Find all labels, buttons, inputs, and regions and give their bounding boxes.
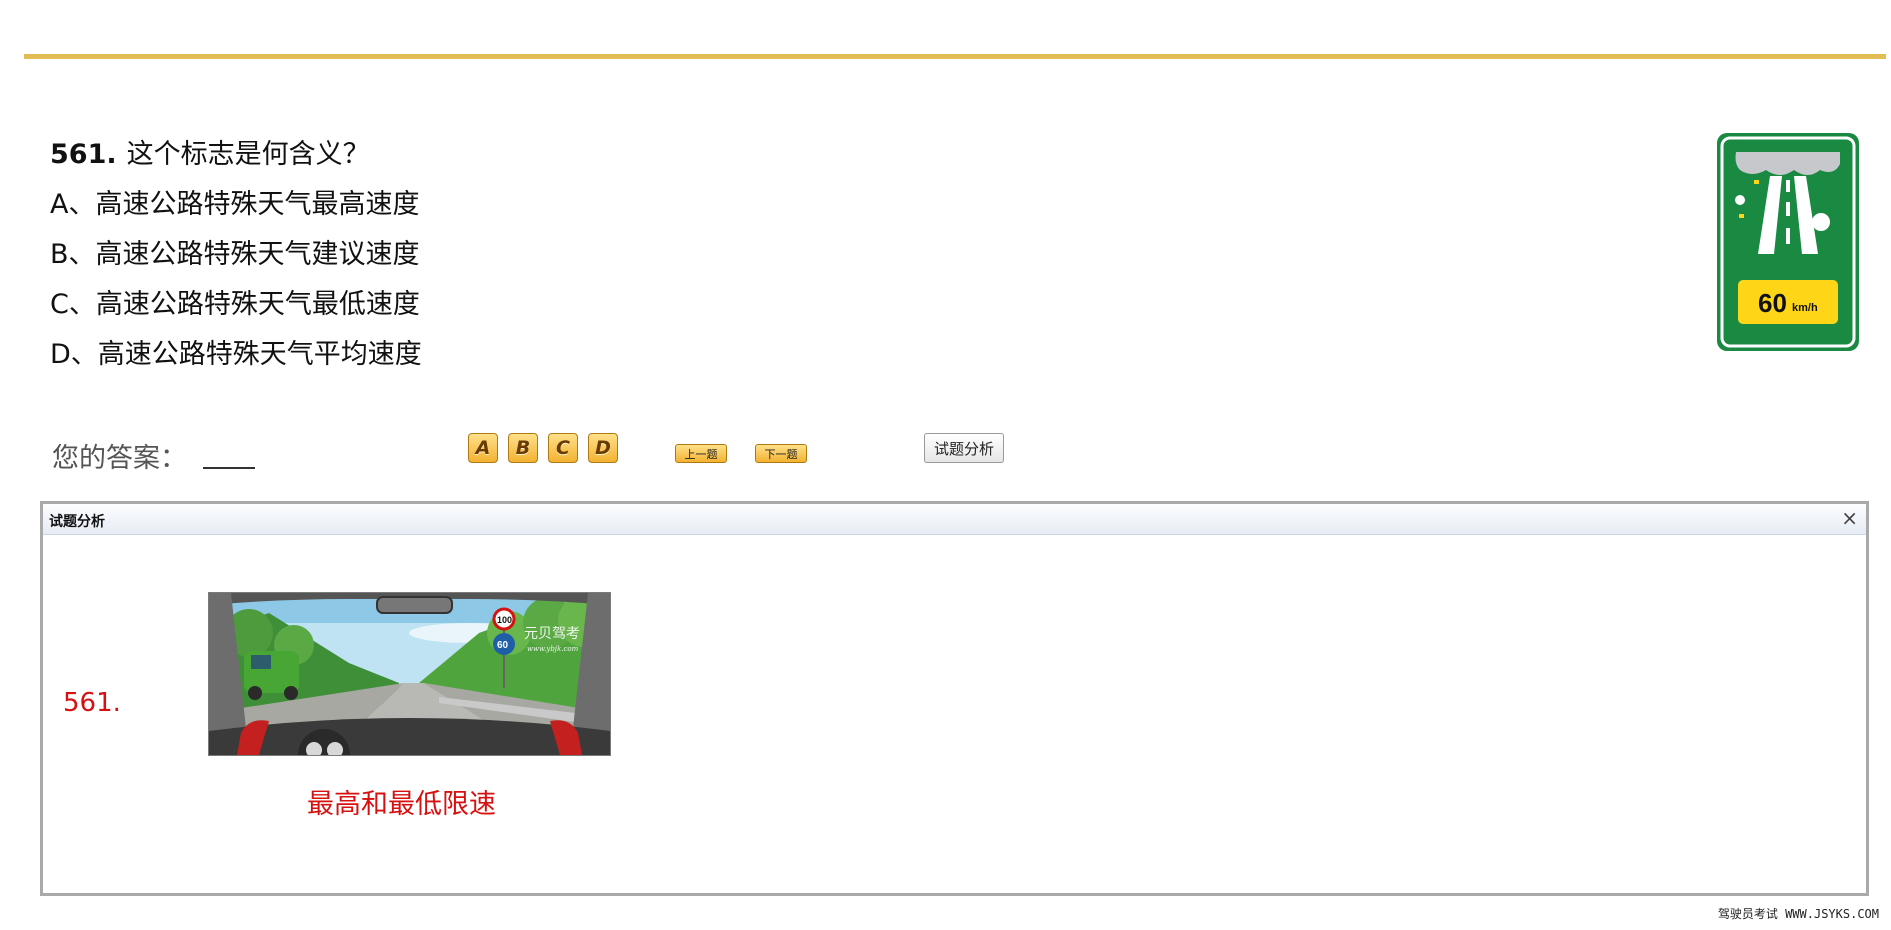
top-divider: [24, 54, 1886, 59]
analysis-panel-header: 试题分析 ×: [43, 504, 1866, 535]
question-block: 561. 这个标志是何含义？ A、高速公路特殊天气最高速度 B、高速公路特殊天气建…: [50, 130, 422, 380]
next-question-button[interactable]: 下一题: [755, 444, 807, 463]
choice-c-button[interactable]: C: [548, 433, 578, 463]
scene-watermark-url: www.ybjk.com: [527, 645, 579, 653]
choice-d-button[interactable]: D: [588, 433, 618, 463]
analysis-question-number: 561.: [63, 688, 121, 718]
svg-text:100: 100: [497, 615, 512, 625]
choice-a-button[interactable]: A: [468, 433, 498, 463]
svg-text:60: 60: [497, 640, 509, 651]
question-number: 561.: [50, 139, 117, 170]
site-footer-credit: 驾驶员考试 WWW.JSYKS.COM: [1717, 907, 1879, 921]
scene-speed-sign-top: 100: [497, 615, 512, 625]
analysis-panel: 试题分析 × 561. 100 60 元贝驾考 www.ybjk.com 最高和…: [40, 501, 1869, 896]
close-icon[interactable]: ×: [1841, 507, 1858, 529]
answer-blank: [203, 441, 255, 469]
svg-text:元贝驾考: 元贝驾考: [524, 626, 580, 642]
question-stem: 561. 这个标志是何含义？: [50, 130, 422, 180]
prev-question-button[interactable]: 上一题: [675, 444, 727, 463]
expressway-fog-speed-sign-icon: 60 km/h: [1717, 133, 1859, 351]
svg-text:60: 60: [1758, 288, 1787, 318]
analysis-answer-text: 最高和最低限速: [307, 789, 496, 820]
question-text: 这个标志是何含义？: [126, 139, 370, 170]
sign-speed-value: 60: [1758, 288, 1787, 318]
svg-text:km/h: km/h: [1792, 302, 1818, 314]
svg-text:www.ybjk.com: www.ybjk.com: [527, 645, 579, 653]
driving-scene-image: 100 60 元贝驾考 www.ybjk.com: [208, 592, 611, 756]
sign-speed-unit: km/h: [1792, 302, 1818, 314]
option-d: D、高速公路特殊天气平均速度: [50, 339, 422, 370]
your-answer-label: 您的答案：: [52, 442, 187, 474]
option-a: A、高速公路特殊天气最高速度: [50, 189, 420, 220]
option-c: C、高速公路特殊天气最低速度: [50, 289, 420, 320]
answer-row: 您的答案：: [52, 430, 255, 480]
analysis-button[interactable]: 试题分析: [924, 433, 1004, 463]
option-b: B、高速公路特殊天气建议速度: [50, 239, 420, 270]
scene-speed-sign-bottom: 60: [497, 640, 509, 651]
choice-b-button[interactable]: B: [508, 433, 538, 463]
analysis-panel-title: 试题分析: [49, 514, 105, 530]
scene-watermark-title: 元贝驾考: [524, 626, 580, 642]
